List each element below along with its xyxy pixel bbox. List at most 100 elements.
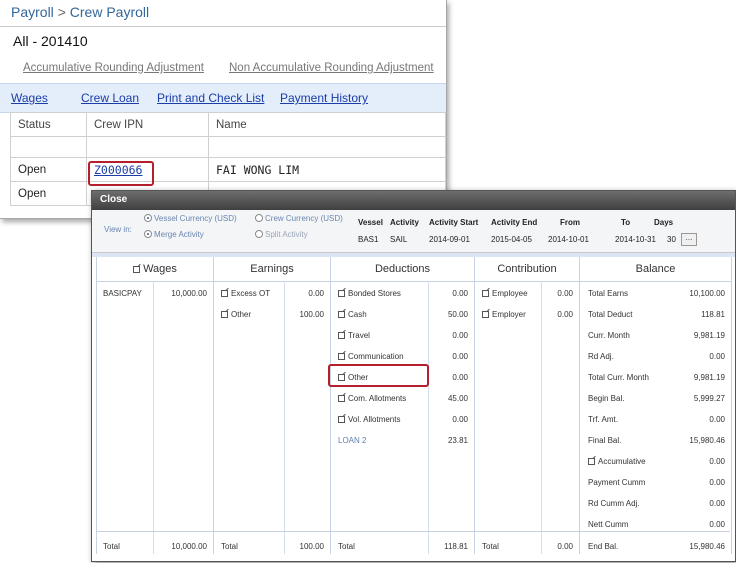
deduction-item[interactable]: Cash bbox=[338, 310, 367, 319]
deduction-item[interactable]: Vol. Allotments bbox=[338, 415, 400, 424]
crew-payroll-window: Payroll > Crew Payroll All - 201410 Accu… bbox=[0, 0, 447, 219]
deduction-value: 0.00 bbox=[452, 289, 468, 298]
earning-item[interactable]: Other bbox=[221, 310, 251, 319]
contribution-total-label: Total bbox=[482, 542, 499, 551]
other-deduction-highlight-box bbox=[328, 364, 429, 387]
external-link-icon bbox=[482, 290, 489, 297]
header-status[interactable]: Status bbox=[10, 112, 87, 137]
filter-row bbox=[10, 136, 446, 158]
balance-value: 9,981.19 bbox=[693, 331, 725, 340]
earnings-section-header: Earnings bbox=[214, 257, 330, 282]
view-in-label: View in: bbox=[104, 225, 132, 234]
external-link-icon bbox=[338, 395, 345, 402]
earning-value: 100.00 bbox=[299, 310, 324, 319]
wages-link[interactable]: Wages bbox=[11, 91, 48, 105]
filter-ipn-cell[interactable] bbox=[86, 136, 209, 158]
deduction-value: 0.00 bbox=[452, 352, 468, 361]
crew-currency-radio[interactable] bbox=[255, 214, 263, 222]
balance-label: Rd Cumm Adj. bbox=[588, 499, 640, 508]
activity-start-header: Activity Start bbox=[429, 218, 479, 227]
column-divider bbox=[284, 281, 285, 554]
balance-value: 0.00 bbox=[709, 352, 725, 361]
split-activity-radio[interactable] bbox=[255, 230, 263, 238]
earnings-total-value: 100.00 bbox=[299, 542, 324, 551]
contribution-item[interactable]: Employer bbox=[482, 310, 526, 319]
balance-section-header: Balance bbox=[580, 257, 731, 282]
to-value: 2014-10-31 bbox=[615, 235, 656, 244]
wage-value: 10,000.00 bbox=[171, 289, 207, 298]
external-link-icon bbox=[338, 311, 345, 318]
filter-name-cell[interactable] bbox=[208, 136, 446, 158]
table-header-row: Status Crew IPN Name bbox=[10, 112, 446, 137]
close-button[interactable]: Close bbox=[100, 194, 127, 205]
view-options-bar: View in: Vessel Currency (USD) Crew Curr… bbox=[92, 210, 735, 253]
vessel-value: BAS1 bbox=[358, 235, 379, 244]
balance-value: 9,981.19 bbox=[693, 373, 725, 382]
contribution-value: 0.00 bbox=[557, 289, 573, 298]
breadcrumb-crew-payroll: Crew Payroll bbox=[69, 4, 150, 20]
deductions-section-header: Deductions bbox=[331, 257, 474, 282]
activity-start-value: 2014-09-01 bbox=[429, 235, 470, 244]
column-divider bbox=[541, 281, 542, 554]
wage-label: BASICPAY bbox=[103, 289, 142, 298]
totals-divider bbox=[96, 531, 730, 532]
contribution-total-value: 0.00 bbox=[557, 542, 573, 551]
vessel-currency-radio[interactable] bbox=[144, 214, 152, 222]
contribution-item[interactable]: Employee bbox=[482, 289, 528, 298]
balance-label: Payment Cumm bbox=[588, 478, 646, 487]
column-divider bbox=[153, 281, 154, 554]
deduction-value: 0.00 bbox=[452, 415, 468, 424]
earning-item[interactable]: Excess OT bbox=[221, 289, 270, 298]
deduction-item[interactable]: Travel bbox=[338, 331, 370, 340]
breadcrumb-separator: > bbox=[57, 4, 66, 20]
external-link-icon bbox=[221, 290, 228, 297]
payment-history-link[interactable]: Payment History bbox=[280, 91, 368, 105]
row-name: FAI WONG LIM bbox=[208, 157, 446, 182]
balance-label: Curr. Month bbox=[588, 331, 630, 340]
crew-currency-label: Crew Currency (USD) bbox=[265, 214, 343, 223]
payroll-summary-grid: Wages BASICPAY 10,000.00 Total 10,000.00… bbox=[96, 257, 732, 554]
days-value: 30 bbox=[667, 235, 676, 244]
wages-total-value: 10,000.00 bbox=[171, 542, 207, 551]
balance-value: 10,100.00 bbox=[689, 289, 725, 298]
external-link-icon bbox=[588, 458, 595, 465]
external-link-icon bbox=[338, 332, 345, 339]
ipn-highlight-box bbox=[88, 161, 154, 186]
deduction-item[interactable]: Bonded Stores bbox=[338, 289, 401, 298]
non-accumulative-rounding-link[interactable]: Non Accumulative Rounding Adjustment bbox=[229, 62, 434, 74]
deduction-item[interactable]: Com. Allotments bbox=[338, 394, 406, 403]
crew-loan-link[interactable]: Crew Loan bbox=[81, 91, 139, 105]
header-name[interactable]: Name bbox=[208, 112, 446, 137]
deduction-value: 0.00 bbox=[452, 373, 468, 382]
more-button[interactable]: ... bbox=[681, 233, 697, 246]
wages-section-header[interactable]: Wages bbox=[97, 257, 213, 282]
balance-value: 0.00 bbox=[709, 415, 725, 424]
earnings-section: Earnings Excess OT 0.00 Other 100.00 Tot… bbox=[213, 257, 331, 554]
balance-label: Begin Bal. bbox=[588, 394, 625, 403]
header-crew-ipn[interactable]: Crew IPN bbox=[86, 112, 209, 137]
merge-activity-radio[interactable] bbox=[144, 230, 152, 238]
activity-value: SAIL bbox=[390, 235, 408, 244]
accumulative-item[interactable]: Accumulative bbox=[588, 457, 646, 466]
end-balance-value: 15,980.46 bbox=[689, 542, 725, 551]
contribution-section-header: Contribution bbox=[475, 257, 579, 282]
balance-label: Trf. Amt. bbox=[588, 415, 618, 424]
breadcrumb-payroll[interactable]: Payroll bbox=[11, 4, 54, 20]
dialog-titlebar: Close bbox=[92, 191, 735, 210]
deduction-value: 50.00 bbox=[447, 310, 468, 319]
external-link-icon bbox=[338, 416, 345, 423]
deduction-item[interactable]: Communication bbox=[338, 352, 404, 361]
contribution-section: Contribution Employee 0.00 Employer 0.00… bbox=[474, 257, 580, 554]
table-row[interactable]: Open Z000066 FAI WONG LIM bbox=[10, 157, 446, 182]
breadcrumb-divider bbox=[0, 26, 446, 27]
filter-status-cell[interactable] bbox=[10, 136, 87, 158]
activity-end-value: 2015-04-05 bbox=[491, 235, 532, 244]
balance-label: Total Deduct bbox=[588, 310, 633, 319]
print-check-list-link[interactable]: Print and Check List bbox=[157, 91, 264, 105]
deduction-value: 23.81 bbox=[447, 436, 468, 445]
wages-section: Wages BASICPAY 10,000.00 Total 10,000.00 bbox=[96, 257, 214, 554]
balance-label: Total Earns bbox=[588, 289, 629, 298]
accumulative-rounding-link[interactable]: Accumulative Rounding Adjustment bbox=[23, 62, 204, 74]
balance-label: Nett Cumm bbox=[588, 520, 629, 529]
earnings-total-label: Total bbox=[221, 542, 238, 551]
